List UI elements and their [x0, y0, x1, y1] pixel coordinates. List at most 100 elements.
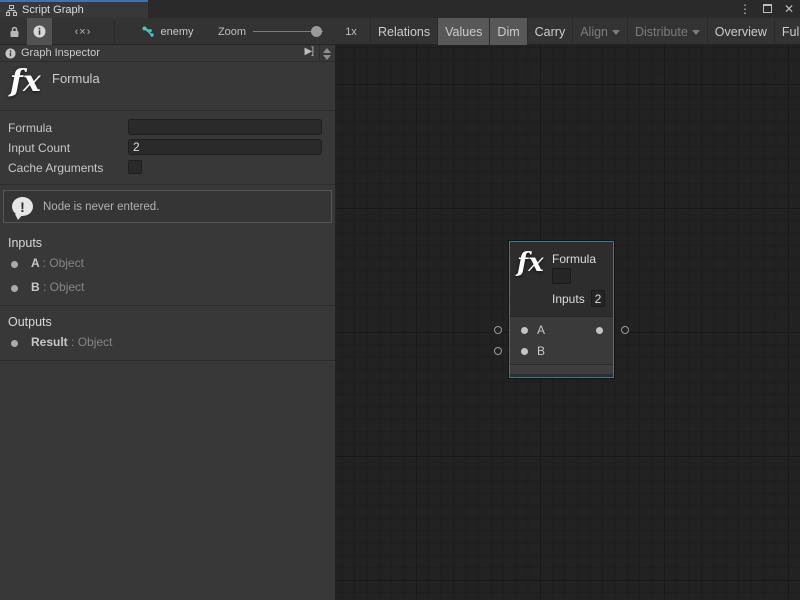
dim-button[interactable]: Dim	[489, 18, 526, 45]
node-formula-input[interactable]	[552, 268, 571, 284]
port-bullet-icon	[11, 261, 18, 268]
zoom-slider-handle[interactable]	[311, 26, 322, 37]
align-label: Align	[580, 25, 608, 39]
dock-panel-icon[interactable]: ▶]	[305, 46, 313, 57]
input-port-row-b: B : Object	[0, 276, 335, 300]
toolbar: ‹×› enemy Zoom 1x Relations Values Dim C…	[0, 18, 800, 45]
output-port-result[interactable]	[596, 327, 603, 334]
align-dropdown[interactable]: Align	[572, 18, 627, 45]
formula-node-header[interactable]: fx Formula Inputs 2	[510, 242, 613, 317]
tab-script-graph[interactable]: Script Graph	[0, 0, 148, 18]
port-bullet-icon	[11, 285, 18, 292]
external-socket-result[interactable]	[621, 326, 629, 334]
output-port-row-result: Result : Object	[0, 331, 335, 355]
warning-box: ! Node is never entered.	[3, 190, 332, 223]
full-screen-button[interactable]: Full Screen	[774, 18, 800, 45]
tab-label: Script Graph	[22, 4, 84, 16]
port-b-name: B	[31, 280, 40, 294]
formula-node-footer	[510, 364, 613, 374]
port-result-name: Result	[31, 335, 68, 349]
external-socket-a[interactable]	[494, 326, 502, 334]
port-result-type: : Object	[71, 335, 112, 349]
formula-node-title: Formula	[552, 252, 596, 266]
node-inputs-count-input[interactable]: 2	[591, 290, 605, 307]
full-screen-label: Full Screen	[782, 25, 800, 39]
input-port-a[interactable]	[521, 327, 528, 334]
overview-label: Overview	[715, 25, 767, 39]
info-icon	[5, 48, 16, 59]
overview-button[interactable]: Overview	[707, 18, 774, 45]
graph-reference[interactable]: enemy	[136, 18, 200, 45]
node-fields-section: Formula Input Count Cache Arguments	[0, 111, 335, 185]
code-view-button[interactable]: ‹×›	[56, 18, 110, 45]
relations-button[interactable]: Relations	[370, 18, 437, 45]
inspector-title: Graph Inspector	[21, 47, 100, 59]
formula-node-body: A B	[510, 317, 613, 364]
formula-node[interactable]: fx Formula Inputs 2 A B	[509, 241, 614, 378]
toolbar-separator	[114, 20, 115, 43]
outputs-section-title: Outputs	[0, 306, 335, 331]
section-divider	[0, 360, 335, 361]
graph-canvas[interactable]: fx Formula Inputs 2 A B	[336, 45, 800, 600]
formula-fx-icon: fx	[10, 64, 41, 99]
input-count-field-row: Input Count	[0, 138, 335, 158]
formula-input[interactable]	[128, 119, 322, 135]
zoom-value: 1x	[340, 18, 362, 45]
input-count-label: Input Count	[8, 141, 70, 155]
graph-inspector-panel: Graph Inspector ▶] fx Formula Formula In…	[0, 45, 336, 600]
spinner-down-icon[interactable]	[323, 55, 331, 60]
input-port-b[interactable]	[521, 348, 528, 355]
window-maximize-icon[interactable]	[763, 0, 772, 18]
node-port-row-b: B	[510, 341, 613, 362]
window-menu-icon[interactable]: ⋮	[739, 0, 751, 18]
code-icon: ‹×›	[75, 26, 92, 38]
values-label: Values	[445, 25, 482, 39]
port-bullet-icon	[11, 340, 18, 347]
carry-button[interactable]: Carry	[527, 18, 573, 45]
distribute-label: Distribute	[635, 25, 688, 39]
node-header-section: fx Formula	[0, 62, 335, 111]
lock-icon	[9, 26, 20, 38]
cache-arguments-field-row: Cache Arguments	[0, 158, 335, 178]
toolbar-button-row: Relations Values Dim Carry Align Distrib…	[370, 18, 800, 45]
window-close-icon[interactable]: ✕	[784, 0, 794, 18]
node-port-row-a: A	[510, 320, 613, 341]
script-graph-icon	[6, 5, 17, 16]
cache-arguments-checkbox[interactable]	[128, 160, 142, 174]
inspector-node-title: Formula	[52, 71, 100, 86]
graph-connection-icon	[142, 26, 155, 38]
cache-arguments-label: Cache Arguments	[8, 161, 103, 175]
distribute-dropdown[interactable]: Distribute	[627, 18, 707, 45]
carry-label: Carry	[535, 25, 566, 39]
node-inputs-label: Inputs	[552, 292, 585, 306]
spinner-up-icon[interactable]	[323, 48, 331, 53]
values-button[interactable]: Values	[437, 18, 489, 45]
panel-spinner[interactable]	[319, 45, 333, 62]
info-icon	[33, 25, 46, 38]
port-b-type: : Object	[43, 280, 84, 294]
warning-text: Node is never entered.	[43, 201, 159, 213]
inspector-toggle-button[interactable]	[27, 18, 52, 45]
chevron-down-icon	[612, 30, 620, 35]
input-count-input[interactable]	[128, 139, 322, 155]
relations-label: Relations	[378, 25, 430, 39]
title-bar: Script Graph ⋮ ✕	[0, 0, 800, 18]
formula-field-label: Formula	[8, 121, 52, 135]
external-socket-b[interactable]	[494, 347, 502, 355]
dim-label: Dim	[497, 25, 519, 39]
node-port-b-label: B	[537, 344, 545, 358]
lock-button[interactable]	[2, 18, 26, 45]
warning-icon: !	[12, 197, 33, 216]
graph-name-label: enemy	[160, 26, 193, 38]
node-port-a-label: A	[537, 323, 545, 337]
zoom-label: Zoom	[214, 18, 250, 45]
input-port-row-a: A : Object	[0, 252, 335, 276]
formula-field-row: Formula	[0, 118, 335, 138]
inspector-titlebar: Graph Inspector ▶]	[0, 45, 335, 62]
port-a-type: : Object	[43, 256, 84, 270]
port-a-name: A	[31, 256, 39, 270]
formula-fx-icon: fx	[517, 248, 544, 278]
zoom-slider[interactable]	[253, 18, 323, 45]
window-controls: ⋮ ✕	[739, 0, 794, 18]
chevron-down-icon	[692, 30, 700, 35]
